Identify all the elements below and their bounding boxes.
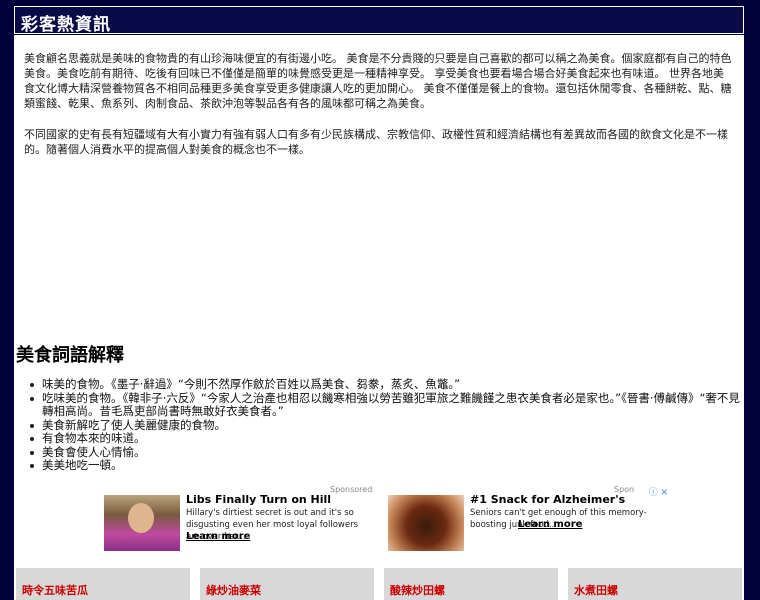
list-item: 吃味美的食物。《韓非子·六反》“今家人之治產也相忍以饑寒相強以勞苦雖犯軍旅之難饑… — [30, 391, 744, 419]
site-title[interactable]: 彩客熱資訊 — [21, 10, 111, 35]
recipe-card[interactable]: 酸辣炒田螺 — [384, 568, 558, 600]
intro-paragraph-2: 不同國家的史有長有短疆域有大有小實力有強有弱人口有多有少民族構成、宗教信仰、政權… — [24, 128, 728, 156]
recipe-cards: 時令五味苦瓜 綠炒油麥菜 酸辣炒田螺 水煮田螺 — [14, 568, 744, 600]
list-item: 有食物本來的味道。 — [30, 431, 744, 446]
sponsored-ad-1[interactable]: Sponsored Libs Finally Turn on Hill Hill… — [104, 485, 374, 563]
ad-thumbnail[interactable] — [104, 495, 180, 551]
sponsored-ad-2[interactable]: Spon ⓘ ✕ #1 Snack for Alzheimer's Senior… — [388, 485, 668, 563]
list-item: 美食新解吃了使人美麗健康的食物。 — [30, 418, 744, 433]
definition-list: 味美的食物。《墨子·辭過》“今則不然厚作斂於百姓以爲美食、芻豢，蒸炙、魚鼈。” … — [14, 377, 744, 473]
list-item: 美美地吃一頓。 — [30, 458, 744, 473]
learn-more-link[interactable]: Learn more — [186, 531, 250, 542]
ad-headline[interactable]: Libs Finally Turn on Hill — [186, 493, 331, 506]
learn-more-link[interactable]: Learn more — [518, 519, 582, 530]
recipe-title[interactable]: 酸辣炒田螺 — [390, 582, 445, 598]
intro-paragraph-1: 美食顧名思義就是美味的食物貴的有山珍海味便宜的有街邊小吃。 美食是不分貴賤的只要… — [24, 52, 732, 110]
main-content: 美食顧名思義就是美味的食物貴的有山珍海味便宜的有街邊小吃。 美食是不分貴賤的只要… — [14, 35, 744, 600]
recipe-card[interactable]: 綠炒油麥菜 — [200, 568, 374, 600]
adchoices-icon[interactable]: ⓘ ✕ — [649, 485, 668, 498]
ad-thumbnail[interactable] — [388, 495, 464, 551]
ad-headline[interactable]: #1 Snack for Alzheimer's — [470, 493, 625, 506]
section-title: 美食詞語解釋 — [16, 345, 124, 366]
sponsored-label: Sponsored — [330, 485, 373, 494]
recipe-card[interactable]: 時令五味苦瓜 — [16, 568, 190, 600]
site-header: 彩客熱資訊 — [14, 6, 744, 35]
list-item: 味美的食物。《墨子·辭過》“今則不然厚作斂於百姓以爲美食、芻豢，蒸炙、魚鼈。” — [30, 377, 744, 392]
recipe-card[interactable]: 水煮田螺 — [568, 568, 742, 600]
list-item: 美食會使人心情愉。 — [30, 445, 744, 460]
recipe-title[interactable]: 時令五味苦瓜 — [22, 582, 88, 598]
recipe-title[interactable]: 綠炒油麥菜 — [206, 582, 261, 598]
recipe-title[interactable]: 水煮田螺 — [574, 582, 618, 598]
